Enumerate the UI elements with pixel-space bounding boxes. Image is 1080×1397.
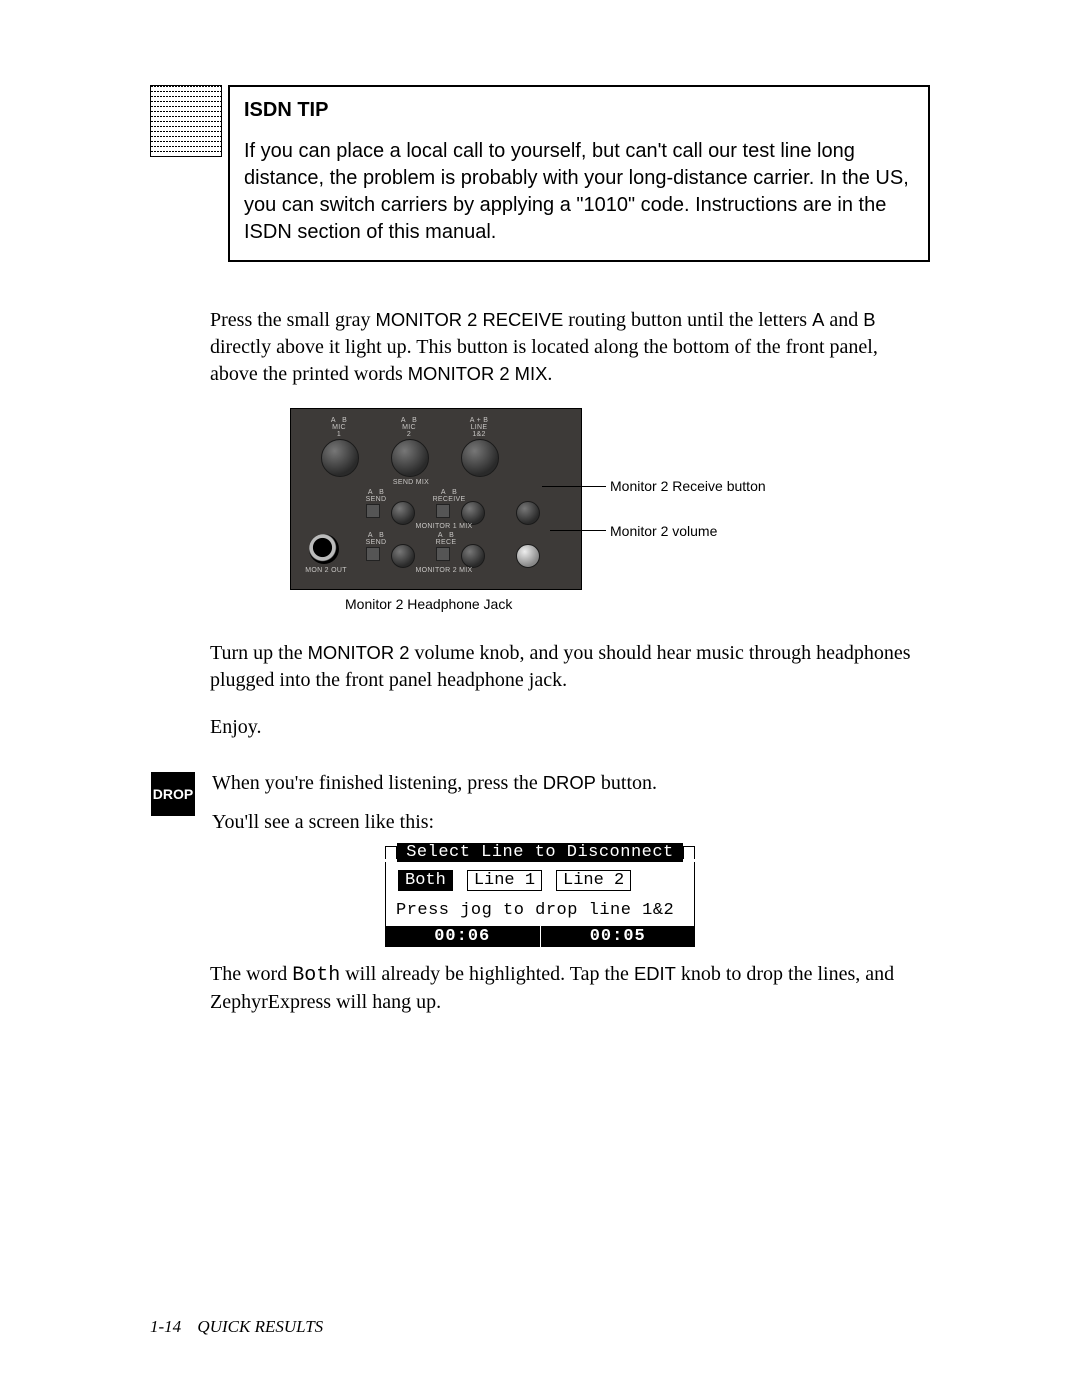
isdn-tip-box: ISDN TIP If you can place a local call t… [228, 85, 930, 262]
panel-label: SEND MIX [381, 479, 441, 486]
paragraph-turn-up: Turn up the MONITOR 2 volume knob, and y… [210, 640, 930, 694]
section-title: QUICK RESULTS [197, 1317, 323, 1336]
lcd-notch [385, 846, 397, 859]
smallcaps: A [812, 309, 824, 330]
drop-button-icon: DROP [150, 771, 196, 817]
binary-icon [150, 85, 222, 157]
page-footer: 1-14 QUICK RESULTS [150, 1317, 323, 1337]
drop-line-1: When you're finished listening, press th… [212, 769, 657, 798]
panel-label: A B MIC 2 [387, 417, 431, 438]
text: button. [596, 772, 657, 794]
leader-line [542, 486, 606, 487]
lcd-body: Both Line 1 Line 2 Press jog to drop lin… [385, 862, 695, 926]
lcd-screen: Select Line to Disconnect Both Line 1 Li… [385, 843, 695, 947]
leader-line [550, 530, 606, 531]
smallcaps: MONITOR 2 RECEIVE [376, 309, 564, 330]
knob-mon2-vol [516, 544, 540, 568]
smallcaps: EDIT [634, 963, 676, 984]
knob-mic2 [391, 439, 429, 477]
lcd-option-line1: Line 1 [467, 870, 542, 891]
code-text: Both [292, 964, 340, 987]
routing-button [366, 547, 380, 561]
isdn-tip-block: ISDN TIP If you can place a local call t… [150, 85, 930, 262]
figure-label-mon2-receive: Monitor 2 Receive button [610, 478, 766, 494]
mixer-panel-image: A B MIC 1 A B MIC 2 A + B LINE 1&2 SEND … [290, 408, 582, 590]
drop-line-2: You'll see a screen like this: [212, 808, 657, 837]
text: . [547, 363, 552, 385]
lcd-bottom-bar: 00:06 00:05 [385, 926, 695, 947]
lcd-notch [683, 846, 695, 859]
figure-front-panel: A B MIC 1 A B MIC 2 A + B LINE 1&2 SEND … [290, 408, 810, 612]
text: will already be highlighted. Tap the [340, 963, 634, 985]
text: and [824, 309, 863, 331]
page-number: 1-14 [150, 1317, 181, 1336]
knob-mon1-vol [516, 501, 540, 525]
mon2-receive-button [436, 547, 450, 561]
panel-label: MON 2 OUT [301, 567, 351, 574]
paragraph-monitor2-receive: Press the small gray MONITOR 2 RECEIVE r… [210, 307, 930, 388]
tip-title: ISDN TIP [244, 97, 914, 124]
smallcaps: MONITOR 2 MIX [408, 363, 548, 384]
knob [391, 544, 415, 568]
knob [391, 501, 415, 525]
routing-button [366, 504, 380, 518]
drop-text: When you're finished listening, press th… [212, 769, 657, 837]
headphone-jack [309, 534, 339, 564]
knob [461, 501, 485, 525]
smallcaps: B [863, 309, 875, 330]
lcd-option-line2: Line 2 [556, 870, 631, 891]
lcd-time-1: 00:06 [385, 926, 540, 947]
knob-mic1 [321, 439, 359, 477]
panel-label: A B RECE [431, 532, 461, 546]
knob-line [461, 439, 499, 477]
text: routing button until the letters [563, 309, 812, 331]
knob [461, 544, 485, 568]
lcd-title: Select Line to Disconnect [397, 843, 683, 862]
smallcaps: DROP [543, 772, 596, 793]
paragraph-enjoy: Enjoy. [210, 714, 930, 741]
lcd-titlebar: Select Line to Disconnect [385, 843, 695, 862]
lcd-options: Both Line 1 Line 2 [394, 870, 686, 891]
tip-body: If you can place a local call to yoursel… [244, 140, 909, 243]
panel-label: A B SEND [361, 489, 391, 503]
panel-label: A + B LINE 1&2 [457, 417, 501, 438]
panel-label: A B SEND [361, 532, 391, 546]
drop-instruction-row: DROP When you're finished listening, pre… [150, 769, 930, 837]
routing-button [436, 504, 450, 518]
text: The word [210, 963, 292, 985]
panel-label: MONITOR 2 MIX [404, 567, 484, 574]
panel-label: MONITOR 1 MIX [404, 523, 484, 530]
figure-caption-headphone-jack: Monitor 2 Headphone Jack [345, 596, 810, 612]
text: Turn up the [210, 642, 308, 664]
lcd-option-both: Both [398, 870, 453, 891]
lcd-time-2: 00:05 [541, 926, 696, 947]
lcd-hint: Press jog to drop line 1&2 [394, 901, 686, 920]
text: When you're finished listening, press th… [212, 772, 543, 794]
panel-label: A B MIC 1 [317, 417, 361, 438]
panel-label: A B RECEIVE [431, 489, 467, 503]
figure-label-mon2-volume: Monitor 2 volume [610, 523, 717, 539]
smallcaps: MONITOR 2 [308, 642, 410, 663]
text: Press the small gray [210, 309, 376, 331]
paragraph-both-highlighted: The word Both will already be highlighte… [210, 961, 930, 1016]
